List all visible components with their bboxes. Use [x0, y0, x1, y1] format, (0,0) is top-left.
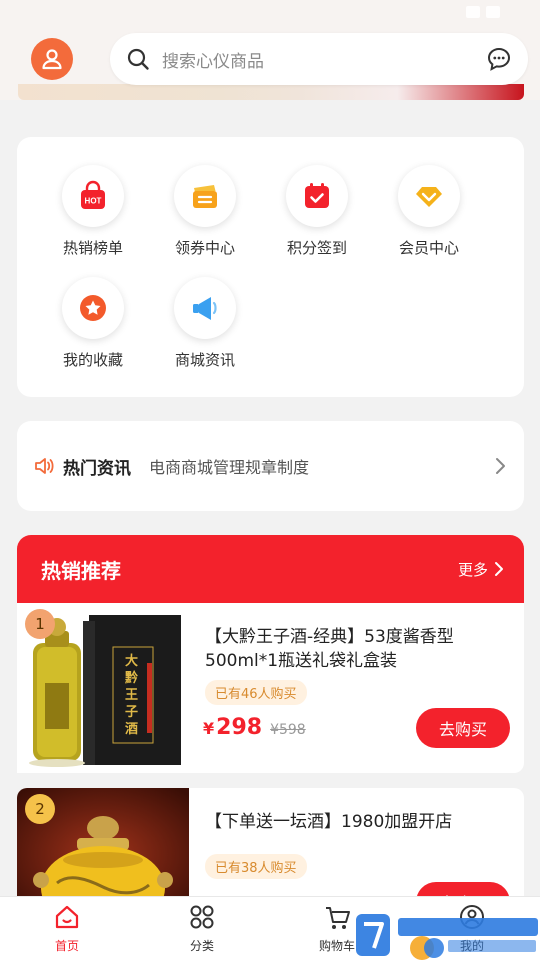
shortcut-label: 会员中心: [398, 239, 459, 257]
news-headline[interactable]: 电商商城管理规章制度: [149, 454, 494, 478]
profile-avatar-button[interactable]: [31, 38, 73, 80]
user-icon: [42, 49, 62, 70]
tab-label: 分类: [189, 939, 214, 953]
banner-image[interactable]: [18, 84, 524, 100]
shortcut-label: 热销榜单: [62, 239, 123, 257]
grid-icon: [190, 905, 214, 929]
shortcut-label: 领券中心: [174, 239, 235, 257]
wifi-icon: [466, 6, 480, 18]
chevron-right-icon[interactable]: [494, 561, 504, 577]
buy-button[interactable]: 去购买: [416, 708, 510, 748]
shortcut-label: 商城资讯: [174, 351, 235, 369]
message-icon[interactable]: [486, 46, 512, 72]
hot-bag-icon: HOT: [81, 180, 105, 209]
status-bar-icons: [466, 6, 500, 18]
shortcut-label: 我的收藏: [62, 351, 123, 369]
product-card[interactable]: 2 【下单送一坛酒】1980加盟开店 已有38人购买 去购买: [17, 788, 524, 908]
rank-badge: 2: [25, 794, 55, 824]
megaphone-icon: [193, 297, 217, 320]
sold-count-badge: 已有46人购买: [205, 680, 307, 705]
battery-icon: [486, 6, 500, 18]
watermark-logo: [356, 914, 538, 960]
chevron-right-icon[interactable]: [494, 457, 506, 475]
original-price: ¥598: [270, 722, 306, 738]
calendar-check-icon: [305, 183, 329, 208]
price-currency: ¥: [203, 719, 215, 738]
shortcut-member-center[interactable]: 会员中心: [379, 165, 479, 258]
svg-text:HOT: HOT: [85, 197, 102, 206]
search-bar[interactable]: 搜索心仪商品: [110, 33, 528, 85]
product-name[interactable]: 【下单送一坛酒】1980加盟开店: [205, 810, 515, 834]
hot-sale-header: 热销推荐 更多: [17, 535, 524, 603]
shortcut-my-favorites[interactable]: 我的收藏: [43, 277, 143, 370]
tab-category[interactable]: 分类: [167, 903, 237, 954]
shortcut-hot-list[interactable]: HOT 热销榜单: [43, 165, 143, 258]
diamond-icon: [416, 187, 442, 207]
sold-count-badge: 已有38人购买: [205, 854, 307, 879]
shortcut-mall-news[interactable]: 商城资讯: [155, 277, 255, 370]
coupon-icon: [193, 185, 217, 208]
tab-home[interactable]: 首页: [32, 903, 102, 954]
product-name[interactable]: 【大黔王子酒-经典】53度酱香型500ml*1瓶送礼袋礼盒装: [205, 625, 515, 673]
cart-icon: [326, 907, 350, 929]
hot-sale-title: 热销推荐: [41, 558, 121, 583]
rank-badge: 1: [25, 609, 55, 639]
hot-news-bar[interactable]: 热门资讯 电商商城管理规章制度: [17, 421, 524, 511]
shortcut-points-checkin[interactable]: 积分签到: [267, 165, 367, 258]
news-section-title: 热门资讯: [63, 458, 131, 479]
shortcut-menu-card: HOT 热销榜单 领券中心 积分签到 会员中心 我的收藏 商城资讯: [17, 137, 524, 397]
shortcut-label: 积分签到: [286, 239, 347, 257]
star-badge-icon: [80, 295, 106, 321]
home-icon: [55, 905, 79, 929]
more-link[interactable]: 更多: [458, 559, 488, 580]
price-value: 298: [216, 715, 263, 740]
tab-label: 首页: [54, 939, 79, 953]
price: ¥ 298 ¥598: [203, 715, 306, 740]
speaker-icon: [35, 458, 54, 474]
search-icon: [127, 48, 149, 70]
search-placeholder[interactable]: 搜索心仪商品: [162, 47, 486, 72]
shortcut-coupon-center[interactable]: 领券中心: [155, 165, 255, 258]
product-card[interactable]: 大黔王子酒 1 【大黔王子酒-经典】53度酱香型500ml*1瓶送礼袋礼盒装 已…: [17, 603, 524, 773]
svg-text:大黔王子酒: 大黔王子酒: [125, 653, 138, 737]
